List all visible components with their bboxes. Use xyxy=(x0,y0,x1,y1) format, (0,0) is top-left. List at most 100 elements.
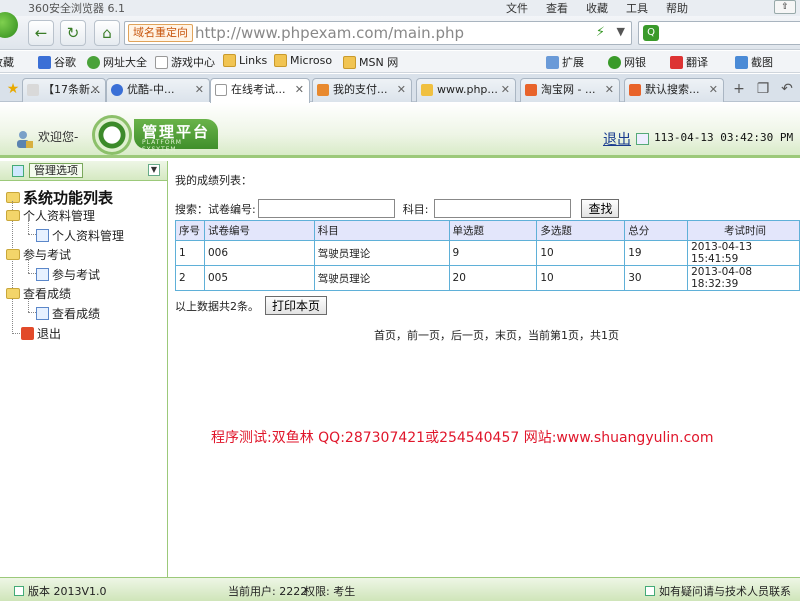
cell: 驾驶员理论 xyxy=(313,265,450,291)
search-box[interactable]: Q xyxy=(638,21,800,45)
toolbar-translate[interactable]: 翻译 xyxy=(670,54,708,70)
tree-item-exit[interactable]: 退出 xyxy=(21,325,61,342)
banner-subtitle: PLATFORM SYSYTEM xyxy=(142,139,182,153)
extensions-icon xyxy=(546,55,559,69)
close-icon[interactable]: ✕ xyxy=(605,79,614,101)
bookmark-game-center[interactable]: 游戏中心 xyxy=(155,54,215,70)
tree-group-profile[interactable]: 个人资料管理 xyxy=(6,207,95,224)
cell: 30 xyxy=(624,265,689,291)
close-icon[interactable]: ✕ xyxy=(501,79,510,101)
address-bar[interactable]: 域名重定向 http://www.phpexam.com/main.php ⚡ … xyxy=(124,21,632,45)
chevron-down-icon[interactable]: ▼ xyxy=(617,25,625,38)
record-summary: 以上数据共2条。 打印本页 xyxy=(175,296,328,315)
browser-titlebar: 360安全浏览器 6.1 文件 查看 收藏 工具 帮助 ⇧ xyxy=(0,0,800,16)
redirect-tag[interactable]: 域名重定向 xyxy=(128,24,193,42)
close-icon[interactable]: ✕ xyxy=(91,79,100,101)
star-icon[interactable]: ★ xyxy=(4,80,22,98)
bookmark-links[interactable]: Links xyxy=(223,54,267,67)
page-icon xyxy=(155,55,168,69)
paper-id-input[interactable] xyxy=(257,199,395,218)
toolbar-extensions[interactable]: 扩展 xyxy=(546,54,584,70)
menu-help[interactable]: 帮助 xyxy=(666,0,688,16)
col-header: 多选题 xyxy=(536,220,626,241)
bookmark-favorites[interactable]: 收藏 xyxy=(0,54,14,70)
tree-item-profile[interactable]: 个人资料管理 xyxy=(36,227,124,244)
search-form: 搜索：试卷编号: 科目: 查找 xyxy=(175,199,620,218)
back-button[interactable]: ← xyxy=(28,20,54,46)
home-button[interactable]: ⌂ xyxy=(94,20,120,46)
exit-icon xyxy=(21,327,34,340)
tab-5[interactable]: www.php... ✕ xyxy=(416,78,516,102)
cell: 9 xyxy=(448,240,538,266)
table-row: 1 006 驾驶员理论 9 10 19 2013-04-13 15:41:59 xyxy=(175,240,800,266)
cell: 19 xyxy=(624,240,689,266)
menu-favorites[interactable]: 收藏 xyxy=(586,0,608,16)
toolbar-online-banking[interactable]: 网银 xyxy=(608,54,646,70)
close-icon[interactable]: ✕ xyxy=(397,79,406,101)
menu-tools[interactable]: 工具 xyxy=(626,0,648,16)
browser-navbar: ← ↻ ⌂ 域名重定向 http://www.phpexam.com/main.… xyxy=(0,12,800,50)
menu-file[interactable]: 文件 xyxy=(506,0,528,16)
logout-link[interactable]: 退出 xyxy=(603,129,631,149)
bookmark-google[interactable]: 谷歌 xyxy=(38,54,76,70)
bookmark-microso[interactable]: Microso xyxy=(274,54,332,67)
close-icon[interactable]: ✕ xyxy=(295,79,304,101)
toolbar-screenshot[interactable]: 截图 xyxy=(735,54,773,70)
tree-item-scores[interactable]: 查看成绩 xyxy=(36,305,100,322)
tab-3[interactable]: 在线考试... ✕ xyxy=(210,78,310,103)
shield-icon xyxy=(608,55,621,69)
folder-open-icon xyxy=(6,288,20,299)
folder-icon xyxy=(223,54,236,67)
grid-icon xyxy=(12,165,24,177)
close-icon[interactable]: ✕ xyxy=(709,79,718,101)
tab-list-icon[interactable]: ❐ xyxy=(754,80,772,98)
new-tab-icon[interactable]: + xyxy=(730,80,748,98)
tree-item-exam[interactable]: 参与考试 xyxy=(36,266,100,283)
window-pin-icon[interactable]: ⇧ xyxy=(774,0,796,14)
status-bar: 版本 2013V1.0 当前用户: 2222 权限: 考生 如有疑问请与技术人员… xyxy=(0,577,800,601)
bookmark-msn[interactable]: MSN 网 xyxy=(343,54,398,70)
pagination[interactable]: 首页，前一页，后一页，末页，当前第1页，共1页 xyxy=(374,327,619,343)
close-icon[interactable]: ✕ xyxy=(195,79,204,101)
col-header: 试卷编号 xyxy=(203,220,315,241)
tree-group-exam[interactable]: 参与考试 xyxy=(6,246,71,263)
col-header: 科目 xyxy=(313,220,450,241)
cell: 006 xyxy=(203,240,315,266)
tab-6[interactable]: 淘宝网 - ... ✕ xyxy=(520,78,620,102)
refresh-button[interactable]: ↻ xyxy=(60,20,86,46)
bookmark-site-nav[interactable]: 网址大全 xyxy=(87,54,147,70)
subject-input[interactable] xyxy=(434,199,572,218)
undo-close-icon[interactable]: ↶ xyxy=(778,80,796,98)
menu-view[interactable]: 查看 xyxy=(546,0,568,16)
browser-logo-icon xyxy=(0,12,18,38)
tree-root[interactable]: 系统功能列表 xyxy=(6,187,113,208)
tree-group-scores[interactable]: 查看成绩 xyxy=(6,285,71,302)
info-icon xyxy=(14,586,24,596)
folder-icon xyxy=(274,54,287,67)
calendar-icon xyxy=(636,133,649,145)
tab-1[interactable]: 【17条新... ✕ xyxy=(22,78,106,102)
platform-banner: 管理平台 PLATFORM SYSYTEM xyxy=(134,119,218,153)
folder-icon xyxy=(343,55,356,69)
address-url[interactable]: http://www.phpexam.com/main.php xyxy=(195,24,464,42)
current-user: 当前用户: 2222 xyxy=(228,585,308,598)
site-nav-icon xyxy=(87,55,100,69)
browser-menu-bar: 文件 查看 收藏 工具 帮助 xyxy=(506,0,688,16)
folder-open-icon xyxy=(6,249,20,260)
collapse-icon[interactable]: ▼ xyxy=(148,164,160,176)
bolt-icon[interactable]: ⚡ xyxy=(596,25,605,40)
folder-open-icon xyxy=(6,192,20,203)
col-header: 单选题 xyxy=(448,220,538,241)
edit-document-icon xyxy=(36,307,49,320)
google-icon xyxy=(38,55,51,69)
tab-2[interactable]: 优酷-中... ✕ xyxy=(106,78,210,102)
cell: 005 xyxy=(203,265,315,291)
manage-options-button[interactable]: 管理选项 xyxy=(29,163,83,178)
tab-4[interactable]: 我的支付... ✕ xyxy=(312,78,412,102)
search-engine-icon[interactable]: Q xyxy=(643,25,659,41)
cell: 10 xyxy=(536,265,626,291)
print-button[interactable]: 打印本页 xyxy=(265,296,328,315)
sidebar: 管理选项 ▼ 系统功能列表 个人资料管理 个人资料管理 参与考试 参与考试 查看… xyxy=(0,161,168,577)
search-button[interactable]: 查找 xyxy=(581,199,620,218)
tab-7[interactable]: 默认搜索... ✕ xyxy=(624,78,724,102)
